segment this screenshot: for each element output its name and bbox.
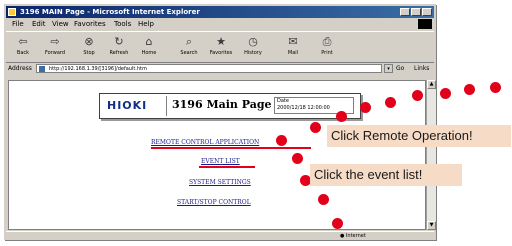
- favorites-icon: ★: [216, 35, 226, 48]
- pointer-dot: [440, 88, 451, 99]
- link-system-settings[interactable]: SYSTEM SETTINGS: [189, 179, 251, 186]
- vertical-scrollbar[interactable]: ▲ ▼: [426, 80, 436, 230]
- ie-window-icon: [8, 8, 16, 16]
- pointer-dot: [292, 153, 303, 164]
- back-button[interactable]: ⇦ Back: [8, 34, 38, 60]
- underline-highlight-remote: [151, 147, 311, 149]
- pointer-dot: [360, 102, 371, 113]
- menu-help[interactable]: Help: [138, 19, 154, 30]
- address-input[interactable]: http://192.168.1.39/[3196]/default.htm: [36, 64, 382, 73]
- page-title: 3196 Main Page: [172, 98, 272, 111]
- scroll-up-arrow-icon[interactable]: ▲: [427, 80, 436, 89]
- window-title: 3196 MAIN Page - Microsoft Internet Expl…: [20, 8, 200, 16]
- maximize-button[interactable]: [411, 8, 421, 16]
- refresh-icon: ↻: [114, 35, 124, 48]
- menu-view[interactable]: View: [52, 19, 69, 30]
- page-icon: [39, 66, 45, 72]
- forward-button[interactable]: ⇨ Forward: [40, 34, 70, 60]
- scroll-down-arrow-icon[interactable]: ▼: [427, 221, 436, 230]
- browser-window: 3196 MAIN Page - Microsoft Internet Expl…: [4, 4, 436, 240]
- link-start-stop-control[interactable]: START/STOP CONTROL: [177, 199, 251, 206]
- pointer-dot: [385, 97, 396, 108]
- link-remote-control-application[interactable]: REMOTE CONTROL APPLICATION: [151, 139, 259, 146]
- pointer-dot: [332, 218, 343, 229]
- search-button[interactable]: ⌕ Search: [174, 34, 204, 60]
- pointer-dot: [412, 90, 423, 101]
- date-label: Date: [277, 98, 289, 104]
- address-bar: Address http://192.168.1.39/[3196]/defau…: [6, 63, 434, 74]
- pointer-dot: [318, 194, 329, 205]
- mail-icon: ✉: [288, 35, 298, 48]
- go-button[interactable]: Go: [396, 63, 404, 74]
- favorites-button[interactable]: ★ Favorites: [206, 34, 236, 60]
- title-bar: 3196 MAIN Page - Microsoft Internet Expl…: [6, 6, 434, 18]
- printer-icon: ⎙: [322, 35, 332, 48]
- history-icon: ◷: [248, 35, 258, 48]
- header-banner: HIOKI 3196 Main Page Date 2000/12/18 12:…: [99, 93, 361, 119]
- mail-button[interactable]: ✉ Mail: [278, 34, 308, 60]
- search-icon: ⌕: [185, 35, 193, 48]
- status-bar: ● Internet: [6, 231, 434, 240]
- back-arrow-icon: ⇦: [18, 35, 28, 48]
- standard-toolbar: ⇦ Back ⇨ Forward ⊗ Stop ↻ Refresh ⌂ Home…: [6, 31, 434, 63]
- pointer-dot: [310, 122, 321, 133]
- menu-edit[interactable]: Edit: [32, 19, 46, 30]
- home-icon: ⌂: [145, 35, 153, 48]
- stop-icon: ⊗: [84, 35, 94, 48]
- pointer-dot: [276, 135, 287, 146]
- address-url: http://192.168.1.39/[3196]/default.htm: [49, 66, 147, 72]
- menu-bar: File Edit View Favorites Tools Help: [6, 19, 434, 30]
- forward-arrow-icon: ⇨: [50, 35, 60, 48]
- history-button[interactable]: ◷ History: [238, 34, 268, 60]
- refresh-button[interactable]: ↻ Refresh: [104, 34, 134, 60]
- pointer-dot: [464, 84, 475, 95]
- internet-zone-label: Internet: [345, 233, 366, 239]
- ie-throbber-icon: [418, 19, 432, 29]
- menu-file[interactable]: File: [12, 19, 24, 30]
- banner-divider: [166, 96, 167, 116]
- pointer-dot: [490, 82, 501, 93]
- hioki-logo: HIOKI: [107, 99, 148, 112]
- link-event-list[interactable]: EVENT LIST: [201, 158, 240, 165]
- underline-highlight-event: [199, 166, 255, 168]
- links-button[interactable]: Links: [414, 63, 429, 74]
- callout-event-list: Click the event list!: [310, 164, 462, 186]
- address-dropdown-arrow-icon[interactable]: ▾: [384, 64, 393, 73]
- print-button[interactable]: ⎙ Print: [312, 34, 342, 60]
- pointer-dot: [336, 111, 347, 122]
- internet-zone: ● Internet: [340, 233, 366, 239]
- address-label: Address: [8, 65, 32, 72]
- minimize-button[interactable]: [400, 8, 410, 16]
- stop-button[interactable]: ⊗ Stop: [74, 34, 104, 60]
- home-button[interactable]: ⌂ Home: [134, 34, 164, 60]
- menu-tools[interactable]: Tools: [114, 19, 131, 30]
- close-button[interactable]: [422, 8, 432, 16]
- callout-remote-operation: Click Remote Operation!: [327, 125, 511, 147]
- menu-favorites[interactable]: Favorites: [74, 19, 106, 30]
